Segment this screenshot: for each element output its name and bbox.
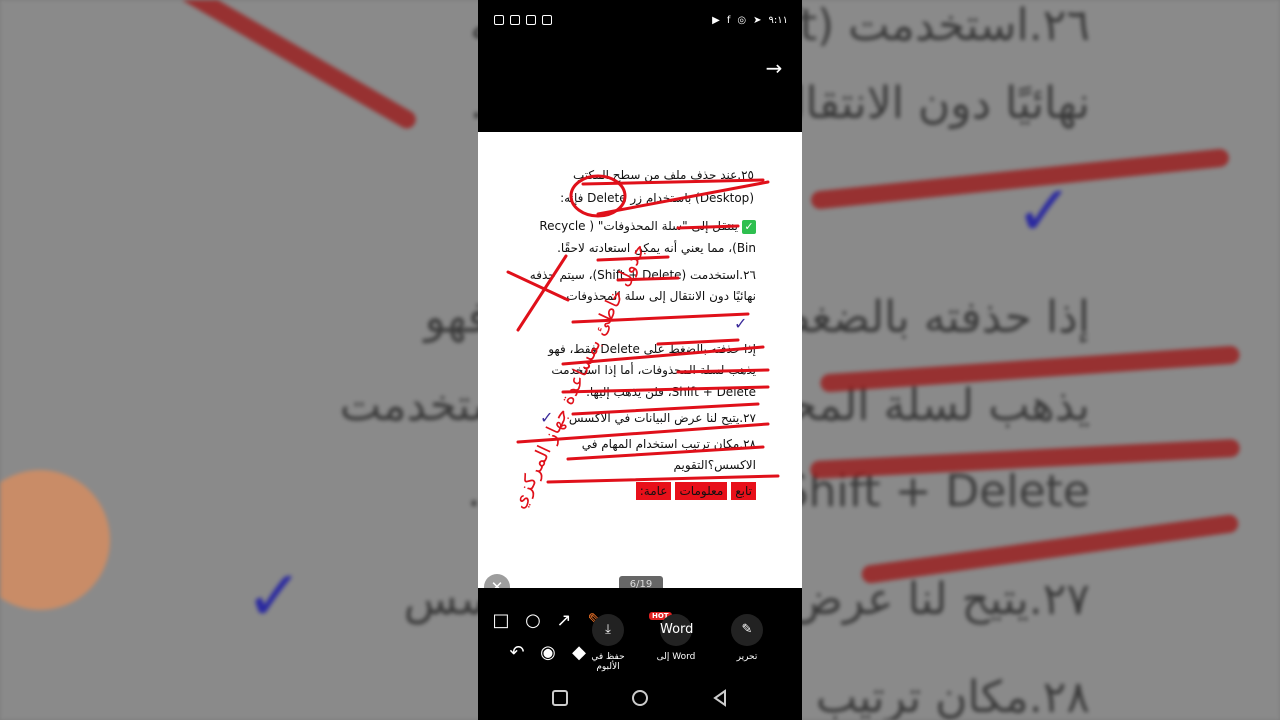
save-to-album-button[interactable]: ⤓ حفظ في الألبوم [583, 614, 633, 672]
messenger-icon: ◎ [737, 15, 747, 26]
status-bar: ▶ f ◎ ➤ ٩:١١ [478, 0, 802, 42]
telegram-icon: ➤ [753, 15, 762, 26]
undo-icon[interactable]: ↶ [506, 642, 528, 664]
bg-check-icon: ✓ [245, 555, 304, 637]
color-wheel-icon[interactable]: ◉ [537, 642, 559, 664]
forward-arrow-icon[interactable]: → [762, 56, 786, 80]
circle-tool-icon[interactable]: ○ [522, 610, 544, 632]
signal-icon [510, 15, 520, 25]
editor-toolbar: □ ○ ↗ ✎ ↶ ◉ ◆ ⤓ حفظ في الألبوم HOT Word … [478, 590, 802, 672]
download-icon: ⤓ [592, 614, 624, 646]
back-icon[interactable] [710, 688, 730, 708]
rectangle-tool-icon[interactable]: □ [490, 610, 512, 632]
arrow-tool-icon[interactable]: ↗ [553, 610, 575, 632]
youtube-icon: ▶ [712, 15, 720, 26]
convert-to-word-button[interactable]: Word إلى Word [651, 614, 701, 662]
bg-blob [0, 470, 110, 610]
edit-button[interactable]: ✎ تحرير [722, 614, 772, 662]
facebook-icon: f [726, 15, 731, 26]
vibrate-icon [526, 15, 536, 25]
clock: ٩:١١ [768, 15, 788, 26]
page-indicator: 6/19 [619, 576, 663, 588]
recents-icon[interactable] [550, 688, 570, 708]
annotation-ink: جدول خاطئ بمساعدة جهاز المركزي [506, 174, 780, 512]
cast-icon [542, 15, 552, 25]
edit-icon: ✎ [731, 614, 763, 646]
phone-screen: ▶ f ◎ ➤ ٩:١١ → ٢٥.عند حذف ملف من سطح الم… [478, 0, 802, 720]
word-icon: Word [660, 614, 693, 646]
battery-icon [494, 15, 504, 25]
document-page: ٢٥.عند حذف ملف من سطح المكتب (Desktop) ب… [478, 132, 802, 588]
bg-check-icon: ✓ [1015, 170, 1074, 252]
android-nav-bar [478, 676, 802, 720]
home-icon[interactable] [630, 688, 650, 708]
